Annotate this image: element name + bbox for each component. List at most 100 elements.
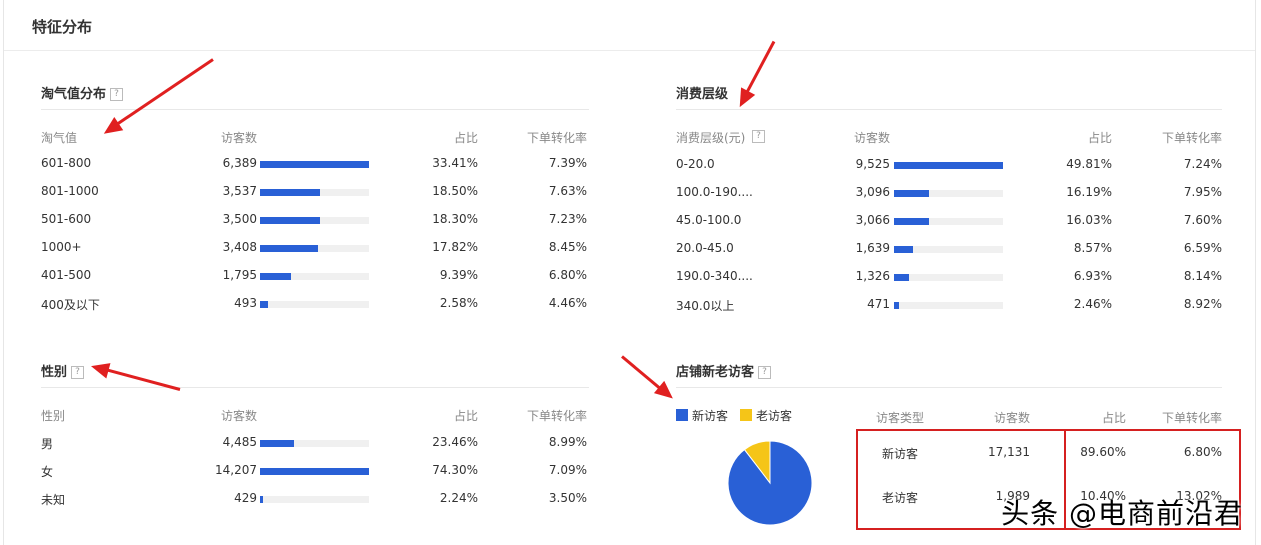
table-row: 1000+ 3,408 17.82% 8.45% [41,238,589,258]
row-pct: 2.58% [439,296,478,310]
row-label: 0-20.0 [676,157,715,171]
row-count: 14,207 [215,463,257,477]
row-bar-track [894,162,1003,169]
row-pct: 2.24% [439,491,478,505]
row-bar-fill [260,161,369,168]
page-title: 特征分布 [32,18,93,36]
row-conv: 7.23% [548,212,587,226]
row-bar-fill [894,302,899,309]
panel-title-text: 淘气值分布 [41,87,107,102]
consume-panel: 消费层级 消费层级(元)? 访客数 占比 下单转化率 0-20.0 9,525 49.81%… [676,83,1222,323]
row-bar-fill [894,246,913,253]
row-bar-fill [260,301,268,308]
header-conv: 下单转化率 [1161,411,1222,425]
row-pct: 23.46% [432,435,478,449]
row-label: 男 [41,437,54,451]
panel-title-text: 消费层级 [676,87,729,102]
row-conv: 7.39% [548,156,587,170]
row-bar-fill [894,190,929,197]
help-icon[interactable]: ? [71,366,85,379]
row-bar-fill [894,218,929,225]
header-pct: 占比 [1101,411,1126,425]
header-type: 访客类型 [876,411,925,425]
row-pct: 18.50% [432,184,478,198]
row-label: 100.0-190.... [676,185,753,199]
row-bar-fill [894,274,909,281]
row-pct: 16.03% [1066,213,1112,227]
row-count: 3,500 [222,212,257,226]
row-count: 493 [234,296,257,310]
row-bar-fill [260,496,263,503]
row-bar-track [260,189,369,196]
row-count: 3,096 [855,185,890,199]
header-label: 性别 [41,409,66,423]
row-conv: 8.45% [548,240,587,254]
row-bar-fill [260,189,320,196]
panel-divider [676,109,1222,110]
row-label: 801-1000 [41,184,99,198]
row-conv: 7.95% [1183,185,1222,199]
table-row: 100.0-190.... 3,096 16.19% 7.95% [676,183,1222,203]
row-count: 429 [234,491,257,505]
visitors-table-header: 访客类型 访客数 占比 下单转化率 [676,407,1222,427]
row-conv: 8.99% [548,435,587,449]
row-bar-fill [260,217,320,224]
table-row: 400及以下 493 2.58% 4.46% [41,294,589,314]
row-pct: 74.30% [432,463,478,477]
row-label: 340.0以上 [676,299,735,313]
table-row: 190.0-340.... 1,326 6.93% 8.14% [676,267,1222,287]
row-bar-track [894,218,1003,225]
panel-title: 消费层级 [676,83,728,102]
row-bar-track [894,190,1003,197]
row-pct: 18.30% [432,212,478,226]
panel-title: 淘气值分布? [41,83,124,102]
panel-divider [41,387,589,388]
panel-title: 店铺新老访客? [676,361,772,380]
row-count: 1,639 [855,241,890,255]
header-pct: 占比 [453,409,478,423]
row-count: 3,408 [222,240,257,254]
row-conv: 7.24% [1183,157,1222,171]
row-conv: 7.09% [548,463,587,477]
row-conv: 6.80% [548,268,587,282]
row-pct: 49.81% [1066,157,1112,171]
row-bar-fill [260,440,294,447]
row-label: 1000+ [41,240,82,254]
row-bar-track [260,161,369,168]
row-bar-fill [260,273,291,280]
header-count: 访客数 [993,411,1030,425]
panel-divider [41,109,589,110]
panel-divider [676,387,1222,388]
row-count: 4,485 [222,435,257,449]
row-count: 6,389 [222,156,257,170]
row-conv: 4.46% [548,296,587,310]
table-row: 男 4,485 23.46% 8.99% [41,433,589,453]
row-bar-track [894,302,1003,309]
table-row: 601-800 6,389 33.41% 7.39% [41,154,589,174]
row-pct: 6.93% [1073,269,1112,283]
header-conv: 下单转化率 [526,131,587,145]
row-bar-track [260,217,369,224]
row-bar-fill [260,245,318,252]
row-bar-track [894,274,1003,281]
row-count: 471 [867,297,890,311]
row-pct: 33.41% [432,156,478,170]
row-label: 190.0-340.... [676,269,753,283]
table-row: 0-20.0 9,525 49.81% 7.24% [676,155,1222,175]
header-count: 访客数 [220,131,257,145]
row-pct: 16.19% [1066,185,1112,199]
row-pct: 17.82% [432,240,478,254]
help-icon[interactable]: ? [752,130,765,143]
help-icon[interactable]: ? [758,366,772,379]
header-pct: 占比 [1087,131,1112,145]
row-bar-fill [894,162,1003,169]
table-row: 801-1000 3,537 18.50% 7.63% [41,182,589,202]
row-conv: 6.59% [1183,241,1222,255]
row-bar-track [894,246,1003,253]
table-row: 340.0以上 471 2.46% 8.92% [676,295,1222,315]
row-pct: 2.46% [1073,297,1112,311]
header-conv: 下单转化率 [1161,131,1222,145]
help-icon[interactable]: ? [110,88,124,101]
row-label: 未知 [41,493,66,507]
title-divider [4,50,1255,51]
